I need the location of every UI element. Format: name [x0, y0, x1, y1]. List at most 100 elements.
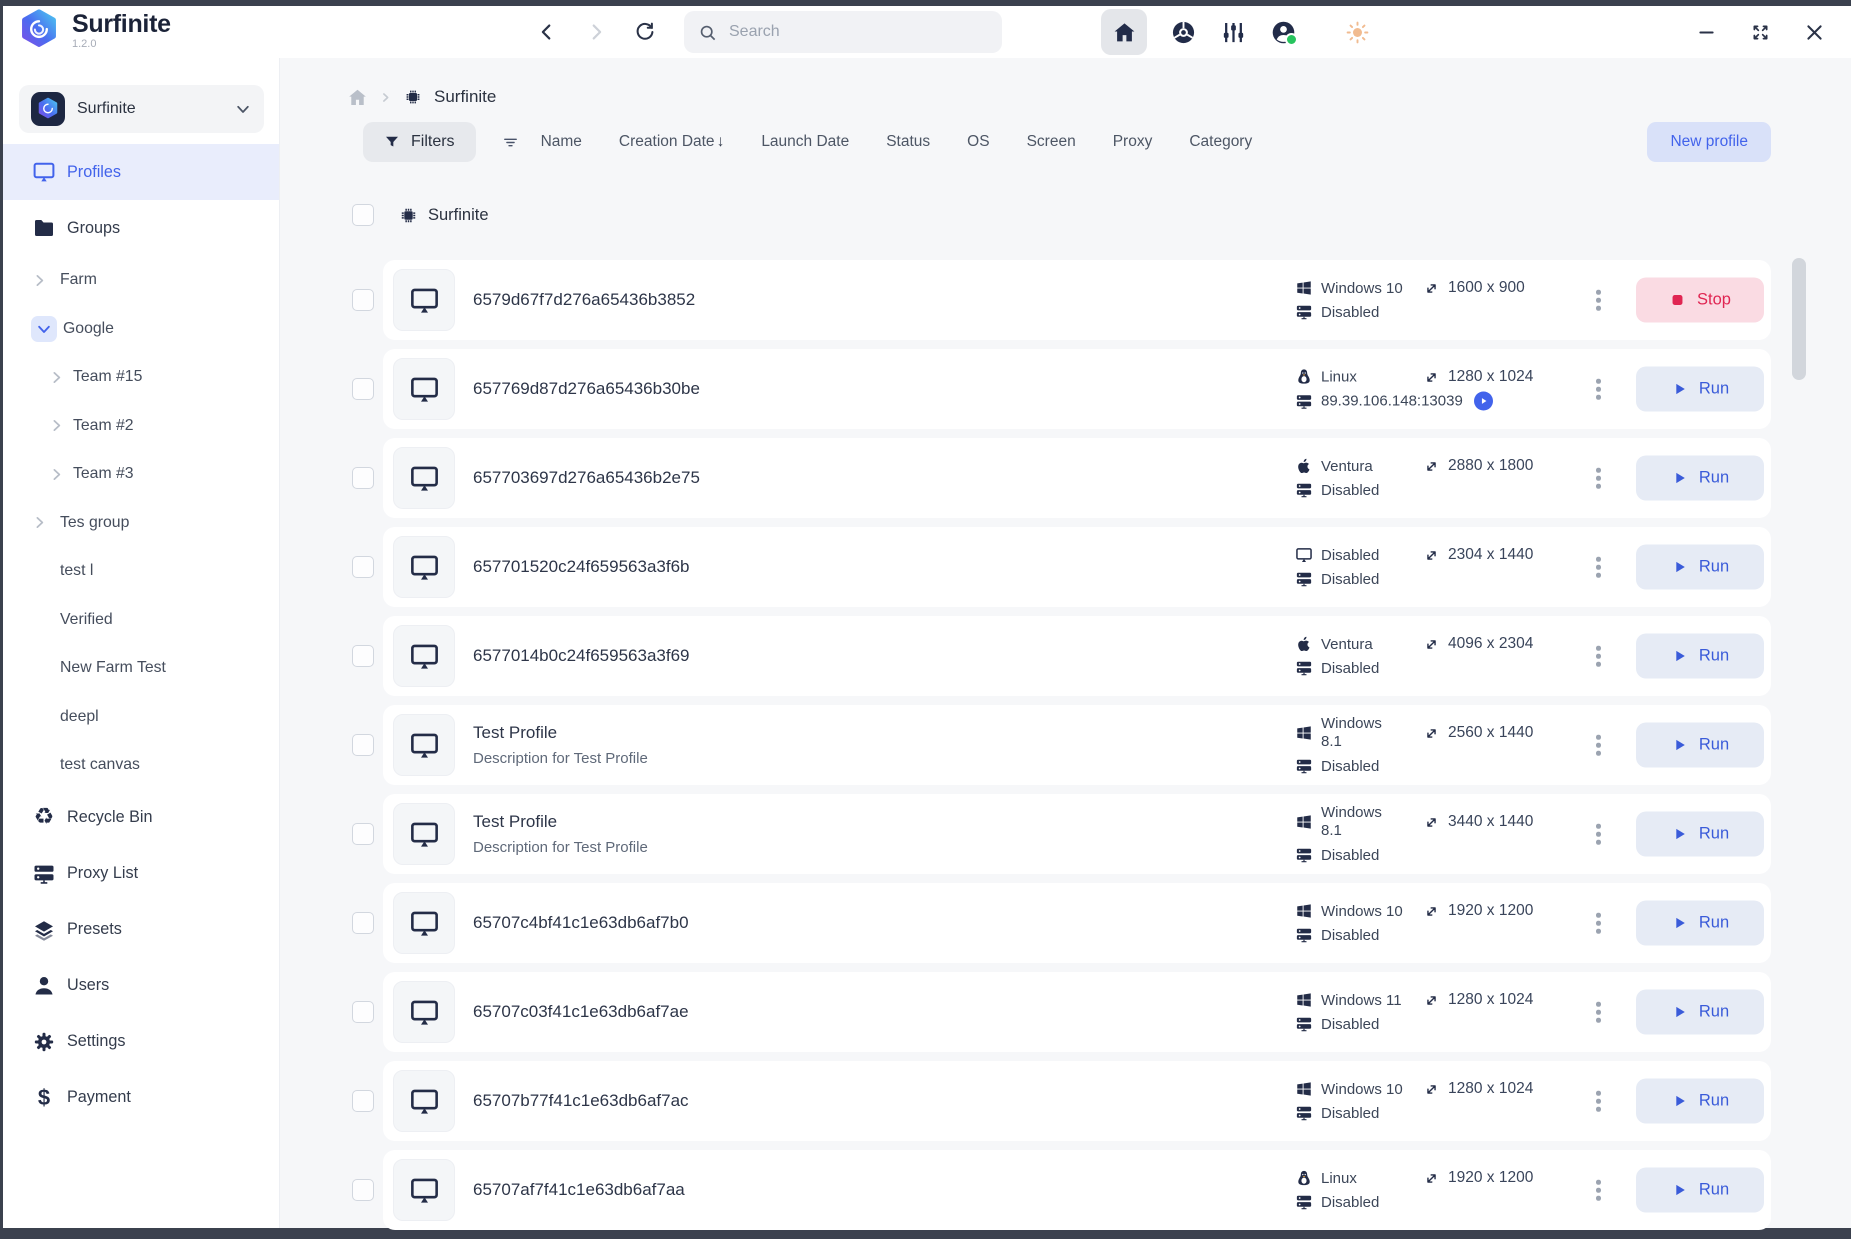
sort-option-proxy[interactable]: Proxy: [1113, 133, 1153, 151]
row-menu-button[interactable]: [1589, 372, 1608, 407]
preferences-sliders-icon[interactable]: [1220, 19, 1247, 46]
row-menu-button[interactable]: [1589, 639, 1608, 674]
run-button[interactable]: Run: [1636, 1168, 1764, 1213]
close-button[interactable]: [1804, 22, 1825, 43]
resolution-resize-icon: [1423, 903, 1440, 920]
breadcrumb-home-icon[interactable]: [347, 87, 368, 108]
back-button[interactable]: [536, 21, 558, 43]
os-label: Windows 8.1: [1321, 804, 1387, 840]
profile-card: 65707af7f41c1e63db6af7aa Linux Disabled …: [383, 1150, 1771, 1230]
os-label: Linux: [1321, 1170, 1357, 1187]
sidebar-item-test-canvas[interactable]: test canvas: [3, 741, 279, 790]
row-menu-button[interactable]: [1589, 461, 1608, 496]
sidebar-item-google[interactable]: Google: [3, 305, 279, 354]
profile-row: 657701520c24f659563a3f6b Disabled Disabl…: [352, 527, 1771, 607]
forward-button[interactable]: [585, 21, 607, 43]
run-button[interactable]: Run: [1636, 990, 1764, 1035]
theme-sun-icon[interactable]: [1344, 19, 1371, 46]
profile-card: 657701520c24f659563a3f6b Disabled Disabl…: [383, 527, 1771, 607]
sidebar-item-settings[interactable]: Settings: [3, 1014, 279, 1070]
sidebar-item-farm[interactable]: Farm: [3, 256, 279, 305]
proxy-server-icon: [1295, 659, 1313, 677]
sidebar-item-team-15[interactable]: Team #15: [3, 353, 279, 402]
run-button[interactable]: Run: [1636, 367, 1764, 412]
breadcrumb-group-label[interactable]: Surfinite: [434, 87, 496, 107]
row-checkbox[interactable]: [352, 823, 374, 845]
sidebar-item-new-farm-test[interactable]: New Farm Test: [3, 644, 279, 693]
row-menu-button[interactable]: [1589, 995, 1608, 1030]
sort-direction-icon[interactable]: [502, 134, 519, 151]
row-checkbox[interactable]: [352, 645, 374, 667]
stop-button[interactable]: Stop: [1636, 278, 1764, 323]
run-button[interactable]: Run: [1636, 901, 1764, 946]
sort-option-status[interactable]: Status: [886, 133, 930, 151]
profile-row: 65707af7f41c1e63db6af7aa Linux Disabled …: [352, 1150, 1771, 1230]
profile-card: Test Profile Description for Test Profil…: [383, 794, 1771, 874]
row-checkbox[interactable]: [352, 734, 374, 756]
run-button[interactable]: Run: [1636, 456, 1764, 501]
sidebar-item-proxy-list[interactable]: Proxy List: [3, 846, 279, 902]
proxy-server-icon: [1295, 846, 1313, 864]
minimize-button[interactable]: [1696, 22, 1717, 43]
proxy-label: Disabled: [1321, 847, 1379, 864]
row-menu-button[interactable]: [1589, 728, 1608, 763]
row-checkbox[interactable]: [352, 289, 374, 311]
sidebar-item-verified[interactable]: Verified: [3, 596, 279, 645]
row-checkbox[interactable]: [352, 1001, 374, 1023]
filters-label: Filters: [411, 133, 455, 151]
profile-row: 657703697d276a65436b2e75 Ventura Disable…: [352, 438, 1771, 518]
dollar-icon: $: [32, 1086, 56, 1110]
sort-option-category[interactable]: Category: [1189, 133, 1252, 151]
row-menu-button[interactable]: [1589, 1173, 1608, 1208]
sidebar-item-tes-group[interactable]: Tes group: [3, 499, 279, 548]
row-checkbox[interactable]: [352, 1179, 374, 1201]
scrollbar-thumb[interactable]: [1792, 258, 1806, 380]
run-button[interactable]: Run: [1636, 812, 1764, 857]
sidebar-item-team-2[interactable]: Team #2: [3, 402, 279, 451]
group-checkbox[interactable]: [352, 204, 374, 226]
sidebar-item-team-3[interactable]: Team #3: [3, 450, 279, 499]
run-button[interactable]: Run: [1636, 634, 1764, 679]
sidebar-item-recycle-bin[interactable]: ♻ Recycle Bin: [3, 790, 279, 846]
browser-icon[interactable]: [1170, 19, 1197, 46]
row-checkbox[interactable]: [352, 912, 374, 934]
row-menu-button[interactable]: [1589, 906, 1608, 941]
home-button[interactable]: [1101, 9, 1147, 55]
refresh-button[interactable]: [634, 21, 656, 43]
filters-button[interactable]: Filters: [363, 122, 476, 162]
workspace-selector[interactable]: Surfinite: [19, 85, 264, 133]
sidebar-item-deepl[interactable]: deepl: [3, 693, 279, 742]
row-checkbox[interactable]: [352, 378, 374, 400]
sort-option-name[interactable]: Name: [541, 133, 582, 151]
row-menu-button[interactable]: [1589, 283, 1608, 318]
row-menu-button[interactable]: [1589, 1084, 1608, 1119]
sort-option-os[interactable]: OS: [967, 133, 989, 151]
sort-option-screen[interactable]: Screen: [1027, 133, 1076, 151]
run-button[interactable]: Run: [1636, 545, 1764, 590]
resolution-resize-icon: [1423, 280, 1440, 297]
row-menu-button[interactable]: [1589, 817, 1608, 852]
sidebar-item-test-l[interactable]: test l: [3, 547, 279, 596]
sidebar-item-users[interactable]: Users: [3, 958, 279, 1014]
new-profile-button[interactable]: New profile: [1647, 122, 1771, 162]
gear-icon: [32, 1030, 56, 1054]
run-button[interactable]: Run: [1636, 1079, 1764, 1124]
sort-option-creation-date[interactable]: Creation Date↓: [619, 133, 724, 151]
profile-monitor-icon: [393, 536, 455, 598]
sort-option-launch-date[interactable]: Launch Date: [761, 133, 849, 151]
sidebar-item-groups[interactable]: Groups: [3, 200, 279, 256]
run-button[interactable]: Run: [1636, 723, 1764, 768]
row-menu-button[interactable]: [1589, 550, 1608, 585]
profile-name: 657701520c24f659563a3f6b: [473, 557, 690, 577]
sidebar-item-profiles[interactable]: Profiles: [3, 144, 279, 200]
play-icon: [1671, 559, 1688, 576]
row-checkbox[interactable]: [352, 1090, 374, 1112]
row-checkbox[interactable]: [352, 556, 374, 578]
sidebar-item-presets[interactable]: Presets: [3, 902, 279, 958]
row-checkbox[interactable]: [352, 467, 374, 489]
home-icon: [1112, 20, 1137, 45]
search-input[interactable]: [727, 22, 988, 42]
maximize-button[interactable]: [1750, 22, 1771, 43]
account-icon[interactable]: [1270, 19, 1297, 46]
sidebar-item-payment[interactable]: $ Payment: [3, 1070, 279, 1126]
